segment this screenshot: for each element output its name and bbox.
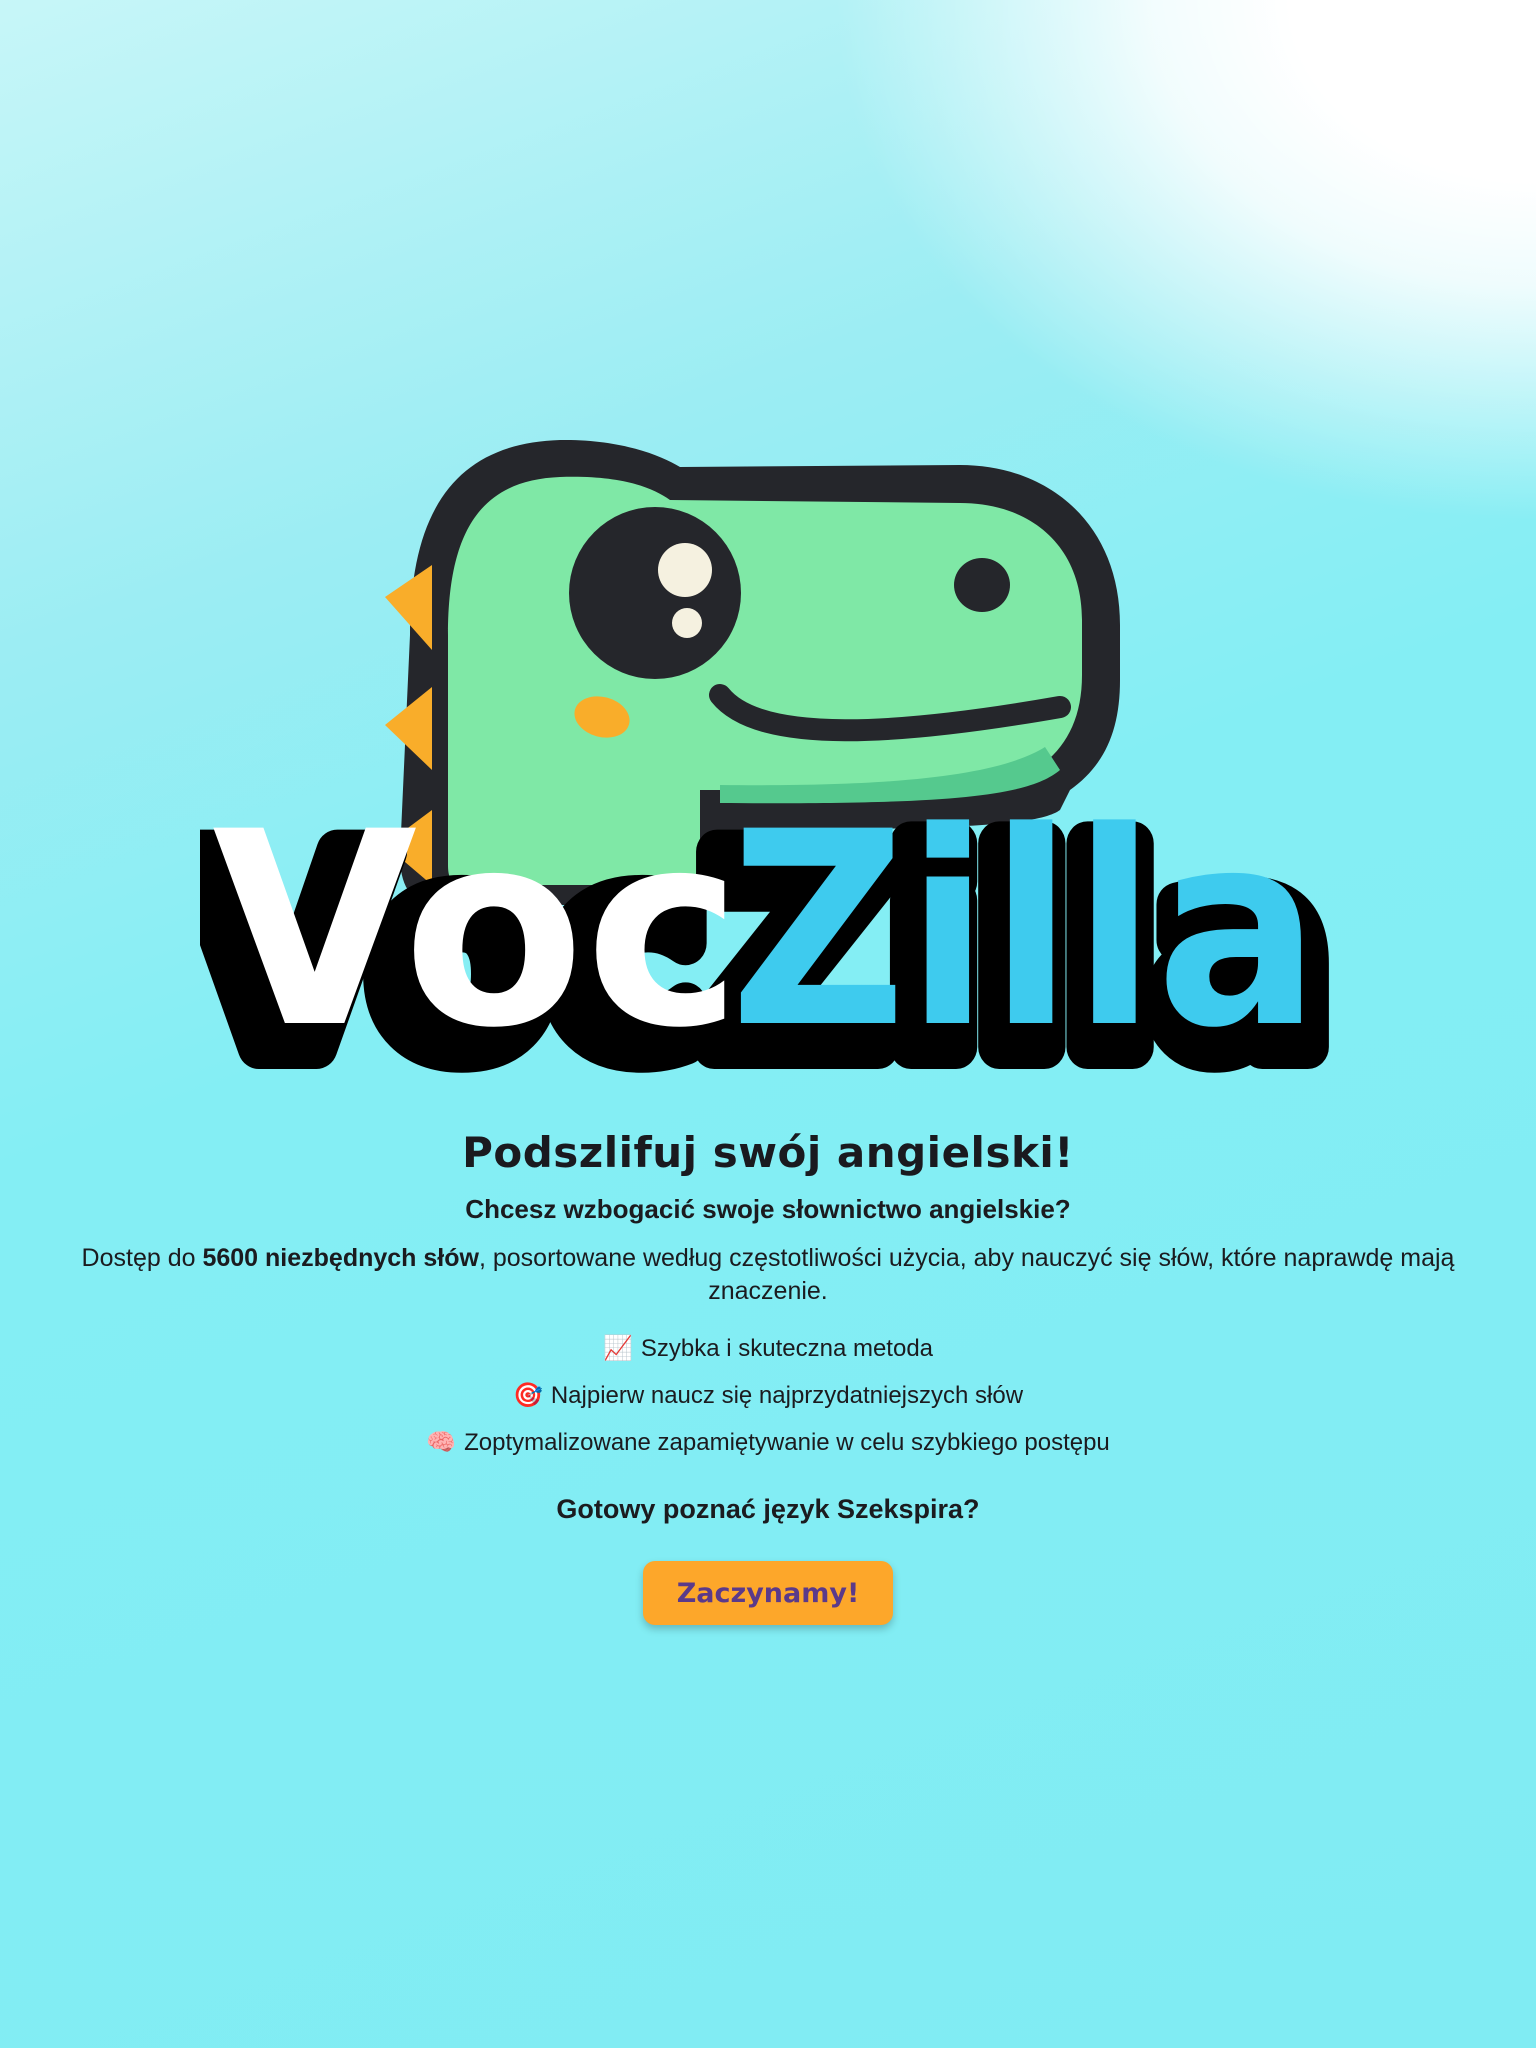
- voczilla-logo: VocZilla Voc Zilla: [200, 425, 1336, 1105]
- feature-item: 🧠 Zoptymalizowane zapamiętywanie w celu s…: [0, 1426, 1536, 1473]
- feature-item: 📈 Szybka i skuteczna metoda: [0, 1332, 1536, 1379]
- feature-text: Szybka i skuteczna metoda: [640, 1335, 934, 1362]
- hero-question: Chcesz wzbogacić swoje słownictwo angiel…: [465, 1194, 1071, 1224]
- desc-suffix: , posortowane według częstotliwości użyc…: [478, 1244, 1455, 1305]
- desc-prefix: Dostęp do: [81, 1244, 203, 1272]
- feature-list: 📈 Szybka i skuteczna metoda 🎯 Najpierw nau…: [0, 1332, 1536, 1473]
- feature-text: Zoptymalizowane zapamiętywanie w celu sz…: [464, 1429, 1110, 1456]
- landing-page: VocZilla Voc Zilla Podszlifuj swój angie…: [0, 0, 1536, 2048]
- brain-icon: 🧠: [426, 1428, 457, 1456]
- feature-item: 🎯 Najpierw naucz się najprzydatniejszych …: [0, 1379, 1536, 1426]
- feature-text: Najpierw naucz się najprzydatniejszych s…: [550, 1382, 1024, 1409]
- dino-logo-icon: VocZilla Voc Zilla: [200, 439, 1336, 1105]
- logo-voc-text: Voc: [212, 775, 742, 1087]
- logo-zilla-text: Zilla: [730, 775, 1320, 1087]
- hero-description: Dostęp do 5600 niezbędnych słów, posorto…: [40, 1242, 1496, 1308]
- target-icon: 🎯: [512, 1381, 543, 1409]
- desc-highlight: 5600 niezbędnych słów: [202, 1244, 479, 1272]
- ready-prompt: Gotowy poznać język Szekspira?: [556, 1494, 980, 1524]
- chart-increasing-icon: 📈: [602, 1334, 633, 1362]
- start-button[interactable]: Zaczynamy!: [643, 1561, 893, 1625]
- page-headline: Podszlifuj swój angielski!: [462, 1128, 1074, 1177]
